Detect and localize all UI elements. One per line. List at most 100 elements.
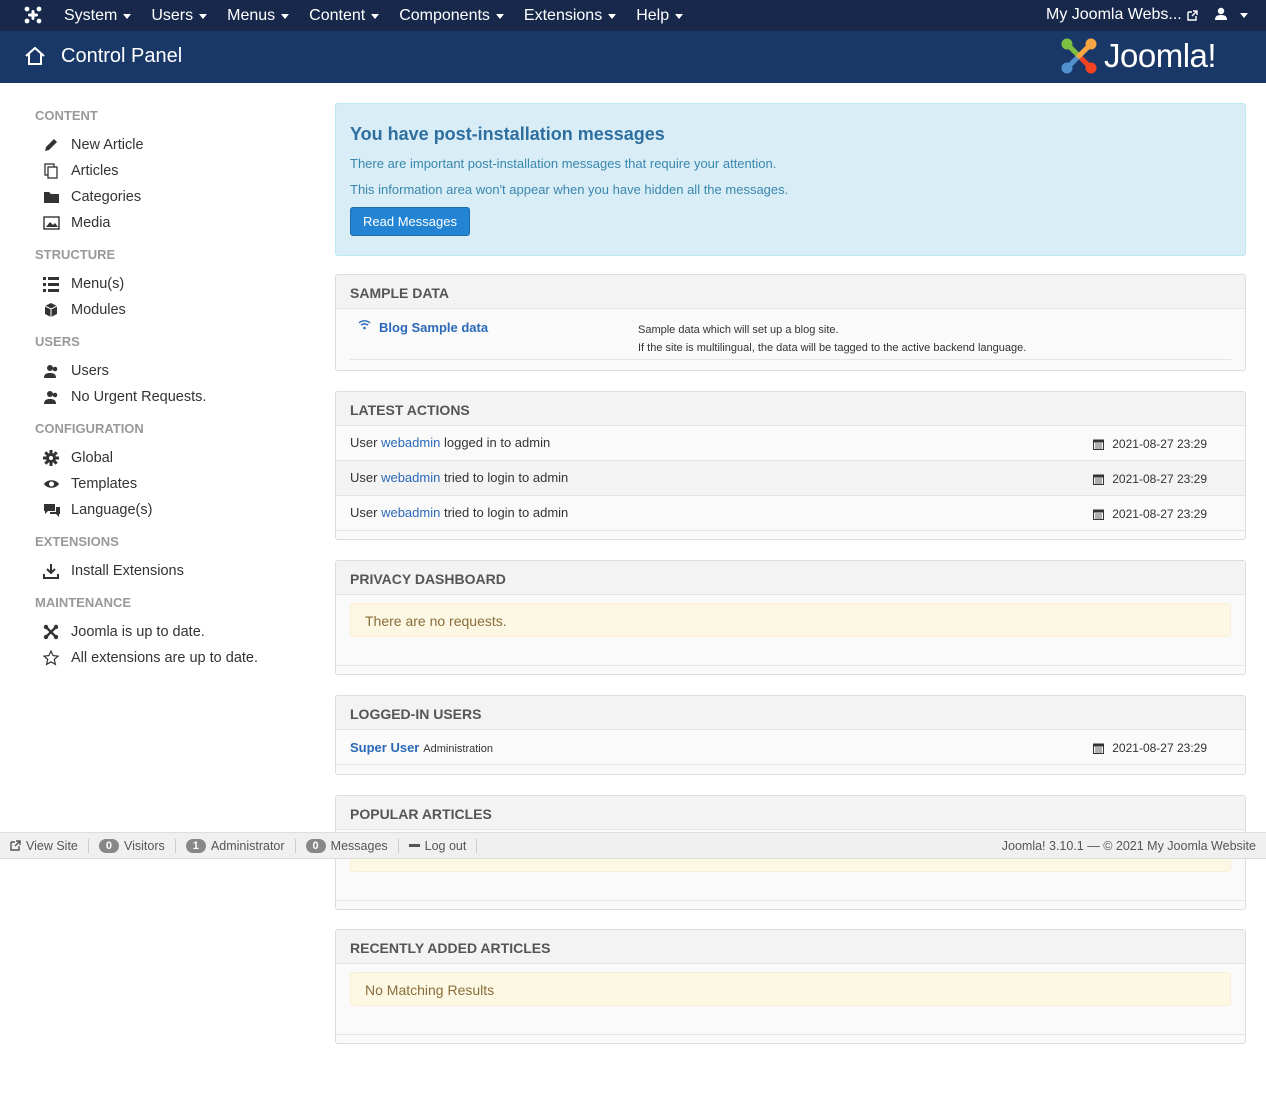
action-text: User webadmin tried to login to admin bbox=[350, 470, 569, 485]
panel-title: LATEST ACTIONS bbox=[336, 392, 1245, 426]
postinstall-alert: You have post-installation messages Ther… bbox=[335, 103, 1246, 256]
action-date: 2021-08-27 23:29 bbox=[1093, 472, 1207, 486]
sidebar-heading: CONFIGURATION bbox=[35, 421, 144, 436]
visitors-link[interactable]: 0 Visitors bbox=[89, 838, 176, 853]
star-icon bbox=[35, 650, 71, 666]
blog-sample-data-link[interactable]: Blog Sample data bbox=[379, 320, 488, 335]
menu-users[interactable]: Users bbox=[141, 7, 217, 25]
sample-data-panel: SAMPLE DATA Blog Sample data Sample data… bbox=[335, 274, 1246, 371]
sidebar: CONTENT New Article Articles Categories … bbox=[35, 108, 305, 682]
external-link-icon bbox=[10, 840, 21, 851]
sidebar-item-global[interactable]: Global bbox=[35, 445, 305, 471]
menu-help[interactable]: Help bbox=[626, 7, 693, 25]
sample-data-row: Blog Sample data Sample data which will … bbox=[350, 311, 1231, 360]
caret-down-icon bbox=[495, 14, 504, 19]
sidebar-group-users: USERS Users No Urgent Requests. bbox=[35, 334, 305, 410]
external-link-icon bbox=[1187, 9, 1198, 21]
no-requests-alert: There are no requests. bbox=[350, 603, 1231, 637]
gear-icon bbox=[35, 450, 71, 466]
comments-icon bbox=[35, 503, 71, 518]
user-menu[interactable] bbox=[1214, 7, 1248, 21]
sidebar-item-menus[interactable]: Menu(s) bbox=[35, 271, 305, 297]
folder-icon bbox=[35, 190, 71, 204]
visitors-count-badge: 0 bbox=[98, 838, 120, 853]
sidebar-group-structure: STRUCTURE Menu(s) Modules bbox=[35, 247, 305, 323]
logged-in-users-panel: LOGGED-IN USERS Super User Administratio… bbox=[335, 695, 1246, 775]
menu-components[interactable]: Components bbox=[389, 7, 514, 25]
sidebar-item-media[interactable]: Media bbox=[35, 210, 305, 236]
sidebar-item-templates[interactable]: Templates bbox=[35, 471, 305, 497]
sidebar-item-articles[interactable]: Articles bbox=[35, 158, 305, 184]
postinstall-line1: There are important post-installation me… bbox=[350, 156, 777, 171]
user-link[interactable]: webadmin bbox=[381, 470, 440, 485]
page-header: Control Panel Joomla! bbox=[0, 31, 1266, 83]
sidebar-group-configuration: CONFIGURATION Global Templates Language(… bbox=[35, 421, 305, 523]
status-bar: View Site 0 Visitors 1 Administrator 0 M… bbox=[0, 832, 1266, 859]
sidebar-heading: USERS bbox=[35, 334, 80, 349]
sample-data-description: Sample data which will set up a blog sit… bbox=[638, 324, 1027, 354]
admin-count-badge: 1 bbox=[185, 838, 206, 853]
wifi-icon bbox=[358, 320, 371, 330]
action-text: User webadmin tried to login to admin bbox=[350, 505, 569, 520]
list-icon bbox=[35, 276, 71, 292]
panel-title: SAMPLE DATA bbox=[336, 275, 1245, 309]
sidebar-item-install-extensions[interactable]: Install Extensions bbox=[35, 558, 305, 584]
joomla-logo-icon[interactable] bbox=[24, 6, 42, 24]
sidebar-item-modules[interactable]: Modules bbox=[35, 297, 305, 323]
menu-content[interactable]: Content bbox=[299, 7, 389, 25]
sidebar-item-urgent-requests[interactable]: No Urgent Requests. bbox=[35, 384, 305, 410]
sidebar-group-extensions: EXTENSIONS Install Extensions bbox=[35, 534, 305, 584]
top-navbar: System Users Menus Content Components Ex… bbox=[0, 0, 1266, 31]
menu-extensions[interactable]: Extensions bbox=[514, 7, 626, 25]
postinstall-line2: This information area won't appear when … bbox=[350, 182, 789, 197]
sidebar-item-extensions-update[interactable]: All extensions are up to date. bbox=[35, 645, 305, 671]
joomla-icon bbox=[35, 624, 71, 640]
sidebar-item-joomla-update[interactable]: Joomla is up to date. bbox=[35, 619, 305, 645]
joomla-logo-icon bbox=[1061, 38, 1097, 74]
pencil-icon bbox=[35, 137, 71, 153]
joomla-brand: Joomla! bbox=[1060, 37, 1217, 75]
image-icon bbox=[35, 216, 71, 230]
copy-icon bbox=[35, 163, 71, 179]
cube-icon bbox=[35, 302, 71, 318]
eye-icon bbox=[35, 478, 71, 490]
action-text: User webadmin logged in to admin bbox=[350, 435, 551, 450]
sidebar-group-maintenance: MAINTENANCE Joomla is up to date. All ex… bbox=[35, 595, 305, 671]
site-link[interactable]: My Joomla Webs... bbox=[1046, 6, 1198, 24]
brand-wordmark: Joomla! bbox=[1104, 37, 1217, 74]
table-row: User webadmin logged in to admin 2021-08… bbox=[336, 426, 1245, 461]
caret-down-icon bbox=[1240, 12, 1248, 18]
sidebar-item-languages[interactable]: Language(s) bbox=[35, 497, 305, 523]
menu-menus[interactable]: Menus bbox=[217, 7, 299, 25]
caret-down-icon bbox=[199, 14, 208, 19]
user-link[interactable]: webadmin bbox=[381, 435, 440, 450]
administrators-link[interactable]: 1 Administrator bbox=[176, 838, 296, 853]
user-link[interactable]: webadmin bbox=[381, 505, 440, 520]
view-site-link[interactable]: View Site bbox=[0, 838, 89, 853]
main-content: You have post-installation messages Ther… bbox=[335, 103, 1246, 256]
action-date: 2021-08-27 23:29 bbox=[1093, 437, 1207, 451]
download-icon bbox=[35, 563, 71, 579]
sidebar-item-users[interactable]: Users bbox=[35, 358, 305, 384]
caret-down-icon bbox=[675, 14, 684, 19]
logged-user: Super User Administration bbox=[350, 740, 493, 755]
sidebar-item-new-article[interactable]: New Article bbox=[35, 132, 305, 158]
read-messages-button[interactable]: Read Messages bbox=[350, 207, 470, 236]
logout-link[interactable]: Log out bbox=[399, 838, 478, 853]
minus-icon bbox=[408, 843, 420, 847]
calendar-icon bbox=[1093, 743, 1105, 754]
calendar-icon bbox=[1093, 509, 1105, 520]
main-menu: System Users Menus Content Components Ex… bbox=[54, 0, 693, 31]
home-icon bbox=[25, 46, 45, 65]
sidebar-heading: MAINTENANCE bbox=[35, 595, 132, 610]
user-icon bbox=[1215, 7, 1227, 20]
menu-system[interactable]: System bbox=[54, 7, 141, 25]
calendar-icon bbox=[1093, 474, 1105, 485]
sidebar-group-content: CONTENT New Article Articles Categories … bbox=[35, 108, 305, 236]
no-results-alert: No Matching Results bbox=[350, 972, 1231, 1006]
sidebar-item-categories[interactable]: Categories bbox=[35, 184, 305, 210]
messages-link[interactable]: 0 Messages bbox=[296, 838, 399, 853]
super-user-link[interactable]: Super User bbox=[350, 740, 419, 755]
table-row: User webadmin tried to login to admin 20… bbox=[336, 496, 1245, 531]
version-info: Joomla! 3.10.1 — © 2021 My Joomla Websit… bbox=[1001, 838, 1256, 853]
